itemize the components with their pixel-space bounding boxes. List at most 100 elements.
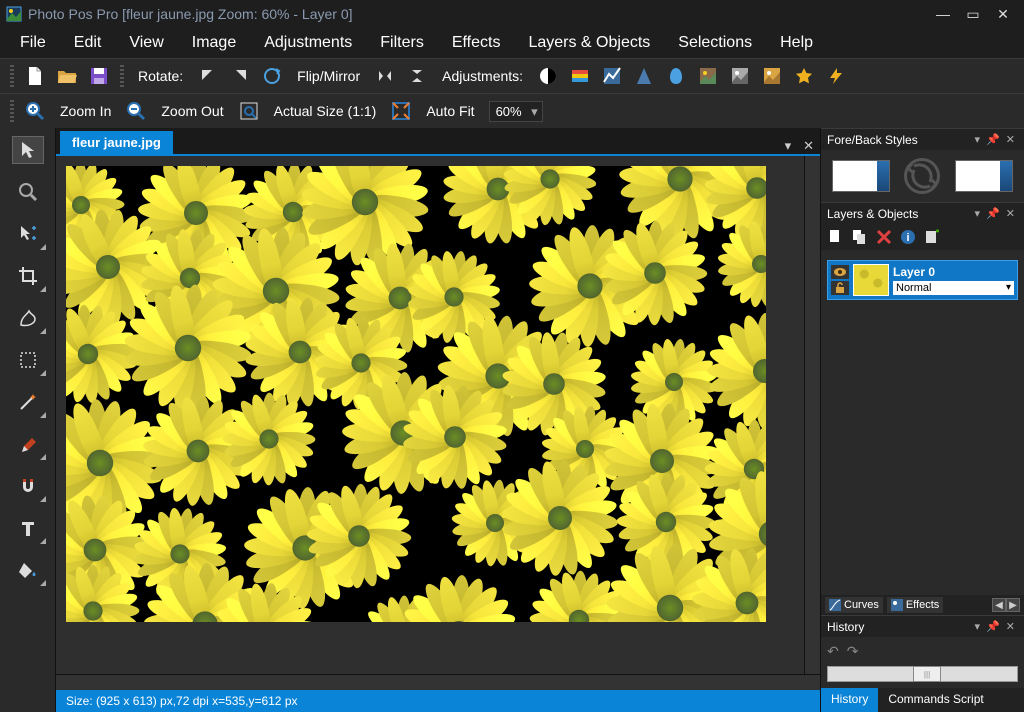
maximize-button[interactable]: ▭	[958, 4, 988, 24]
minimize-button[interactable]: —	[928, 4, 958, 24]
tab-menu-button[interactable]: ▾	[779, 138, 798, 154]
layer-info-button[interactable]: i	[899, 228, 917, 246]
pointer-tool[interactable]	[12, 136, 44, 164]
panel-collapse-icon[interactable]: ▾	[972, 620, 984, 633]
menu-layers-objects[interactable]: Layers & Objects	[514, 30, 664, 56]
panel-header-history[interactable]: History ▾ 📌 ✕	[821, 615, 1024, 637]
history-slider[interactable]: |||	[827, 666, 1018, 682]
sepia-button[interactable]	[761, 65, 783, 87]
menu-bar: File Edit View Image Adjustments Filters…	[0, 28, 1024, 58]
menu-file[interactable]: File	[6, 30, 60, 56]
tab-close-button[interactable]: ✕	[797, 138, 820, 154]
layer-blend-mode-select[interactable]: Normal▾	[893, 281, 1014, 295]
favorite-button[interactable]	[793, 65, 815, 87]
curves-tab[interactable]: Curves	[825, 597, 883, 613]
undo-button[interactable]: ↶	[827, 643, 839, 660]
layer-name-label[interactable]: Layer 0	[893, 265, 1014, 279]
magnet-tool[interactable]	[12, 472, 44, 500]
redo-button[interactable]: ↷	[847, 643, 859, 660]
menu-effects[interactable]: Effects	[438, 30, 515, 56]
bucket-tool[interactable]	[12, 556, 44, 584]
image-adjust-button[interactable]	[697, 65, 719, 87]
new-layer-button[interactable]	[827, 228, 845, 246]
layer-item[interactable]: Layer 0 Normal▾	[827, 260, 1018, 300]
grip-icon[interactable]	[10, 65, 14, 87]
rectangle-select-tool[interactable]	[12, 346, 44, 374]
panel-pin-icon[interactable]: 📌	[983, 620, 1003, 633]
rotate-free-button[interactable]	[261, 65, 283, 87]
effects-tab[interactable]: Effects	[887, 597, 943, 613]
menu-image[interactable]: Image	[178, 30, 250, 56]
color-balance-button[interactable]	[665, 65, 687, 87]
layer-add-button[interactable]	[923, 228, 941, 246]
text-tool[interactable]	[12, 514, 44, 542]
crop-tool[interactable]	[12, 262, 44, 290]
swap-colors-icon[interactable]	[904, 158, 940, 194]
panel-pin-icon[interactable]: 📌	[983, 133, 1003, 146]
commands-script-tab[interactable]: Commands Script	[878, 688, 993, 712]
menu-view[interactable]: View	[115, 30, 177, 56]
zoom-out-label[interactable]: Zoom Out	[157, 103, 227, 119]
zoom-in-label[interactable]: Zoom In	[56, 103, 115, 119]
new-file-button[interactable]	[24, 65, 46, 87]
background-swatch[interactable]	[955, 160, 1013, 192]
layers-toolbar: i	[821, 224, 1024, 250]
panel-title: History	[827, 620, 864, 634]
vertical-scrollbar[interactable]	[804, 156, 820, 674]
menu-filters[interactable]: Filters	[366, 30, 438, 56]
zoom-tool[interactable]	[12, 178, 44, 206]
menu-help[interactable]: Help	[766, 30, 827, 56]
actual-size-button[interactable]	[238, 100, 260, 122]
document-tab[interactable]: fleur jaune.jpg	[60, 131, 173, 154]
panel-close-icon[interactable]: ✕	[1003, 620, 1018, 633]
rotate-label: Rotate:	[134, 68, 187, 84]
brightness-contrast-button[interactable]	[537, 65, 559, 87]
move-tool[interactable]	[12, 220, 44, 248]
healing-tool[interactable]	[12, 304, 44, 332]
slider-thumb[interactable]: |||	[913, 666, 941, 682]
grip-icon[interactable]	[10, 100, 14, 122]
layer-visible-toggle[interactable]	[831, 265, 849, 279]
panel-collapse-icon[interactable]: ▾	[972, 207, 984, 220]
grayscale-button[interactable]	[729, 65, 751, 87]
open-file-button[interactable]	[56, 65, 78, 87]
panel-collapse-icon[interactable]: ▾	[972, 133, 984, 146]
menu-selections[interactable]: Selections	[664, 30, 766, 56]
pen-tool[interactable]	[12, 430, 44, 458]
panel-close-icon[interactable]: ✕	[1003, 207, 1018, 220]
tab-scroll-right[interactable]: ▶	[1006, 598, 1020, 612]
history-tab[interactable]: History	[821, 688, 878, 712]
magic-wand-tool[interactable]	[12, 388, 44, 416]
zoom-out-button[interactable]	[125, 100, 147, 122]
panel-header-foreback[interactable]: Fore/Back Styles ▾ 📌 ✕	[821, 128, 1024, 150]
auto-fit-button[interactable]	[390, 100, 412, 122]
rotate-left-button[interactable]	[197, 65, 219, 87]
foreground-swatch[interactable]	[832, 160, 890, 192]
duplicate-layer-button[interactable]	[851, 228, 869, 246]
grip-icon[interactable]	[120, 65, 124, 87]
menu-edit[interactable]: Edit	[60, 30, 116, 56]
zoom-select[interactable]: 60%	[489, 101, 543, 122]
delete-layer-button[interactable]	[875, 228, 893, 246]
levels-button[interactable]	[601, 65, 623, 87]
auto-fit-label[interactable]: Auto Fit	[422, 103, 478, 119]
curves-button[interactable]	[633, 65, 655, 87]
actual-size-label[interactable]: Actual Size (1:1)	[270, 103, 381, 119]
layer-lock-toggle[interactable]	[831, 281, 849, 295]
quick-fix-button[interactable]	[825, 65, 847, 87]
tab-scroll-left[interactable]: ◀	[992, 598, 1006, 612]
rotate-right-button[interactable]	[229, 65, 251, 87]
panel-close-icon[interactable]: ✕	[1003, 133, 1018, 146]
flip-horizontal-button[interactable]	[374, 65, 396, 87]
save-button[interactable]	[88, 65, 110, 87]
menu-adjustments[interactable]: Adjustments	[250, 30, 366, 56]
panel-header-layers[interactable]: Layers & Objects ▾ 📌 ✕	[821, 202, 1024, 224]
panel-pin-icon[interactable]: 📌	[983, 207, 1003, 220]
close-button[interactable]: ✕	[988, 4, 1018, 24]
zoom-in-button[interactable]	[24, 100, 46, 122]
image-canvas[interactable]	[66, 166, 766, 622]
horizontal-scrollbar[interactable]	[56, 674, 820, 690]
layer-thumbnail[interactable]	[853, 264, 889, 296]
flip-vertical-button[interactable]	[406, 65, 428, 87]
hue-saturation-button[interactable]	[569, 65, 591, 87]
